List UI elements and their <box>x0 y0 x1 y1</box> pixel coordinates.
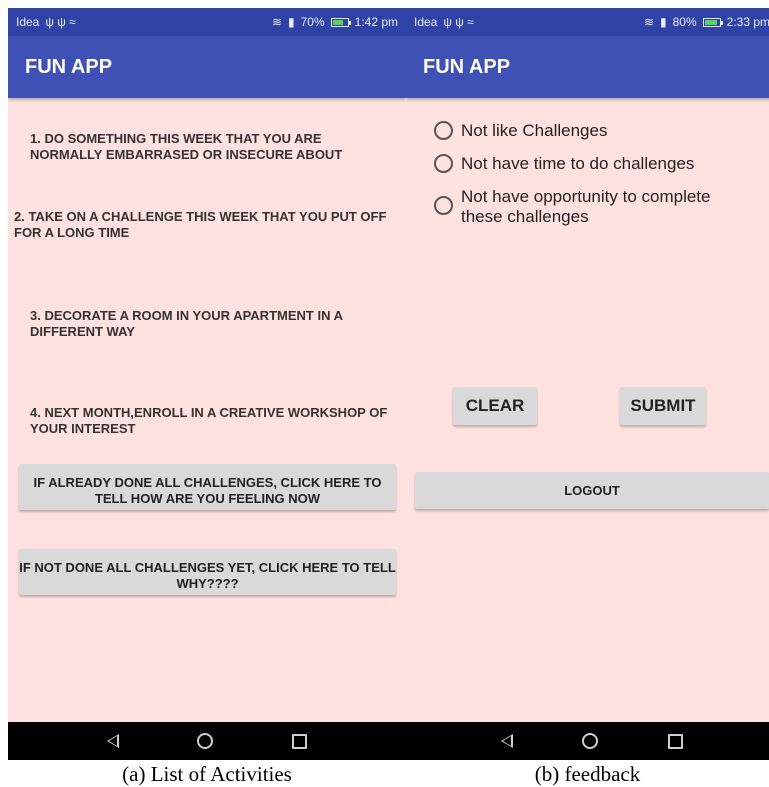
clock: 2:33 pm <box>726 15 769 29</box>
battery-percent: 80% <box>672 15 697 29</box>
done-challenges-button[interactable]: IF ALREADY DONE ALL CHALLENGES, CLICK HE… <box>19 464 396 510</box>
activity-item-4: 4. NEXT MONTH,ENROLL IN A CREATIVE WORKS… <box>30 405 388 436</box>
activity-item-3: 3. DECORATE A ROOM IN YOUR APARTMENT IN … <box>30 308 343 339</box>
activity-item-1: 1. DO SOMETHING THIS WEEK THAT YOU ARE N… <box>30 131 343 162</box>
option-label: Not have opportunity to complete these c… <box>461 187 711 226</box>
app-bar-title: FUN APP <box>8 36 406 98</box>
wifi-icon: ≋ <box>271 15 282 29</box>
signal-icon: ▮ <box>660 15 667 29</box>
back-icon[interactable] <box>107 734 120 748</box>
back-icon[interactable] <box>500 734 513 748</box>
nav-bar <box>8 722 406 760</box>
home-icon[interactable] <box>197 733 214 749</box>
recent-apps-icon[interactable] <box>291 733 307 749</box>
not-done-challenges-button[interactable]: IF NOT DONE ALL CHALLENGES YET, CLICK HE… <box>19 549 396 595</box>
option-not-like-challenges[interactable]: Not like Challenges <box>434 121 607 141</box>
home-icon[interactable] <box>582 733 599 749</box>
activity-item-2: 2. TAKE ON A CHALLENGE THIS WEEK THAT YO… <box>14 209 387 240</box>
carrier-label: Idea <box>414 15 438 29</box>
option-no-time[interactable]: Not have time to do challenges <box>434 154 694 174</box>
radio-button[interactable] <box>434 121 453 140</box>
status-bar: Idea ψ ψ ≈ ≋ ▮ 80% 2:33 pm <box>406 8 769 36</box>
clear-button[interactable]: CLEAR <box>453 387 537 425</box>
status-bar: Idea ψ ψ ≈ ≋ ▮ 70% 1:42 pm <box>8 8 406 36</box>
signal-icon: ▮ <box>288 15 295 29</box>
clock: 1:42 pm <box>354 15 398 29</box>
option-label: Not have time to do challenges <box>461 154 695 173</box>
wifi-icon: ≋ <box>643 15 654 29</box>
battery-icon <box>330 18 351 27</box>
submit-button[interactable]: SUBMIT <box>620 387 706 425</box>
screen-feedback: Idea ψ ψ ≈ ≋ ▮ 80% 2:33 pm FUN APP Not l… <box>406 8 769 760</box>
battery-fill <box>332 20 344 25</box>
screen-list-of-activities: Idea ψ ψ ≈ ≋ ▮ 70% 1:42 pm FUN APP 1. DO… <box>8 8 406 760</box>
recent-apps-icon[interactable] <box>668 733 684 749</box>
radio-button[interactable] <box>434 154 453 173</box>
battery-percent: 70% <box>300 15 325 29</box>
carrier-label: Idea <box>16 15 40 29</box>
radio-button[interactable] <box>434 196 453 215</box>
logout-button[interactable]: LOGOUT <box>415 472 769 509</box>
battery-fill <box>704 20 717 25</box>
option-label: Not like Challenges <box>461 121 608 140</box>
signal-icon: ψ ψ ≈ <box>45 15 76 29</box>
app-bar-title: FUN APP <box>406 36 769 98</box>
caption-a: (a) List of Activities <box>122 762 292 786</box>
nav-bar <box>406 722 769 760</box>
caption-b: (b) feedback <box>534 762 641 786</box>
battery-icon <box>702 18 723 27</box>
signal-icon: ψ ψ ≈ <box>443 15 474 29</box>
option-no-opportunity[interactable]: Not have opportunity to complete these c… <box>434 187 754 227</box>
